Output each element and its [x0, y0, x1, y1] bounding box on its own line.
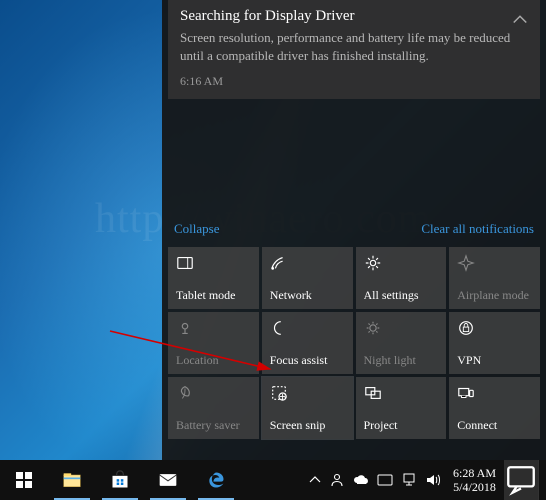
airplane-icon: [457, 254, 532, 272]
tile-label: Connect: [457, 418, 532, 433]
taskbar: 6:28 AM 5/4/2018: [0, 460, 546, 500]
quick-action-airplane-mode[interactable]: Airplane mode: [449, 247, 540, 309]
taskbar-clock[interactable]: 6:28 AM 5/4/2018: [445, 466, 504, 495]
taskbar-app-store[interactable]: [96, 460, 144, 500]
tray-overflow-icon[interactable]: [305, 460, 325, 500]
system-tray: 6:28 AM 5/4/2018: [305, 460, 546, 500]
taskbar-app-mail[interactable]: [144, 460, 192, 500]
collapse-link[interactable]: Collapse: [174, 221, 220, 237]
quick-action-network[interactable]: Network: [262, 247, 353, 309]
start-button[interactable]: [0, 460, 48, 500]
notification-body: Screen resolution, performance and batte…: [180, 29, 528, 64]
snip-icon: [270, 384, 345, 402]
sun-icon: [364, 319, 439, 337]
quick-action-all-settings[interactable]: All settings: [356, 247, 447, 309]
tile-label: Screen snip: [270, 418, 345, 433]
connect-icon: [457, 384, 532, 402]
network-icon: [270, 254, 345, 272]
tile-label: Location: [176, 353, 251, 368]
quick-action-location[interactable]: Location: [168, 312, 259, 374]
taskbar-app-edge[interactable]: [192, 460, 240, 500]
notification-title: Searching for Display Driver: [180, 8, 528, 25]
clock-time: 6:28 AM: [453, 466, 496, 480]
quick-action-vpn[interactable]: VPN: [449, 312, 540, 374]
action-center-links: Collapse Clear all notifications: [162, 211, 546, 245]
tile-label: All settings: [364, 288, 439, 303]
tile-label: Battery saver: [176, 418, 251, 433]
quick-action-battery-saver[interactable]: Battery saver: [168, 377, 259, 439]
clock-date: 5/4/2018: [453, 480, 496, 494]
tile-label: Tablet mode: [176, 288, 251, 303]
tray-input-icon[interactable]: [373, 460, 397, 500]
tray-network-icon[interactable]: [397, 460, 421, 500]
action-center-button[interactable]: [504, 460, 538, 500]
vpn-icon: [457, 319, 532, 337]
tile-label: Focus assist: [270, 353, 345, 368]
moon-icon: [270, 319, 345, 337]
taskbar-app-explorer[interactable]: [48, 460, 96, 500]
tray-onedrive-icon[interactable]: [349, 460, 373, 500]
tile-label: VPN: [457, 353, 532, 368]
tray-people-icon[interactable]: [325, 460, 349, 500]
tile-label: Night light: [364, 353, 439, 368]
location-icon: [176, 319, 251, 337]
project-icon: [364, 384, 439, 402]
chevron-up-icon[interactable]: [510, 10, 530, 30]
gear-icon: [364, 254, 439, 272]
tablet-icon: [176, 254, 251, 272]
action-center-panel: Searching for Display Driver Screen reso…: [162, 0, 546, 460]
quick-action-night-light[interactable]: Night light: [356, 312, 447, 374]
tile-label: Project: [364, 418, 439, 433]
notification-card[interactable]: Searching for Display Driver Screen reso…: [168, 0, 540, 99]
tray-volume-icon[interactable]: [421, 460, 445, 500]
tile-label: Network: [270, 288, 345, 303]
clear-notifications-link[interactable]: Clear all notifications: [421, 221, 534, 237]
quick-action-focus-assist[interactable]: Focus assist: [262, 312, 353, 374]
show-desktop-button[interactable]: [538, 460, 544, 500]
leaf-icon: [176, 384, 251, 402]
quick-action-connect[interactable]: Connect: [449, 377, 540, 439]
tile-label: Airplane mode: [457, 288, 532, 303]
quick-action-tablet-mode[interactable]: Tablet mode: [168, 247, 259, 309]
notification-time: 6:16 AM: [180, 74, 528, 89]
quick-action-project[interactable]: Project: [356, 377, 447, 439]
quick-action-tiles: Tablet mode Network All settings Airplane m…: [162, 245, 546, 441]
quick-action-screen-snip[interactable]: Screen snip: [262, 377, 353, 439]
